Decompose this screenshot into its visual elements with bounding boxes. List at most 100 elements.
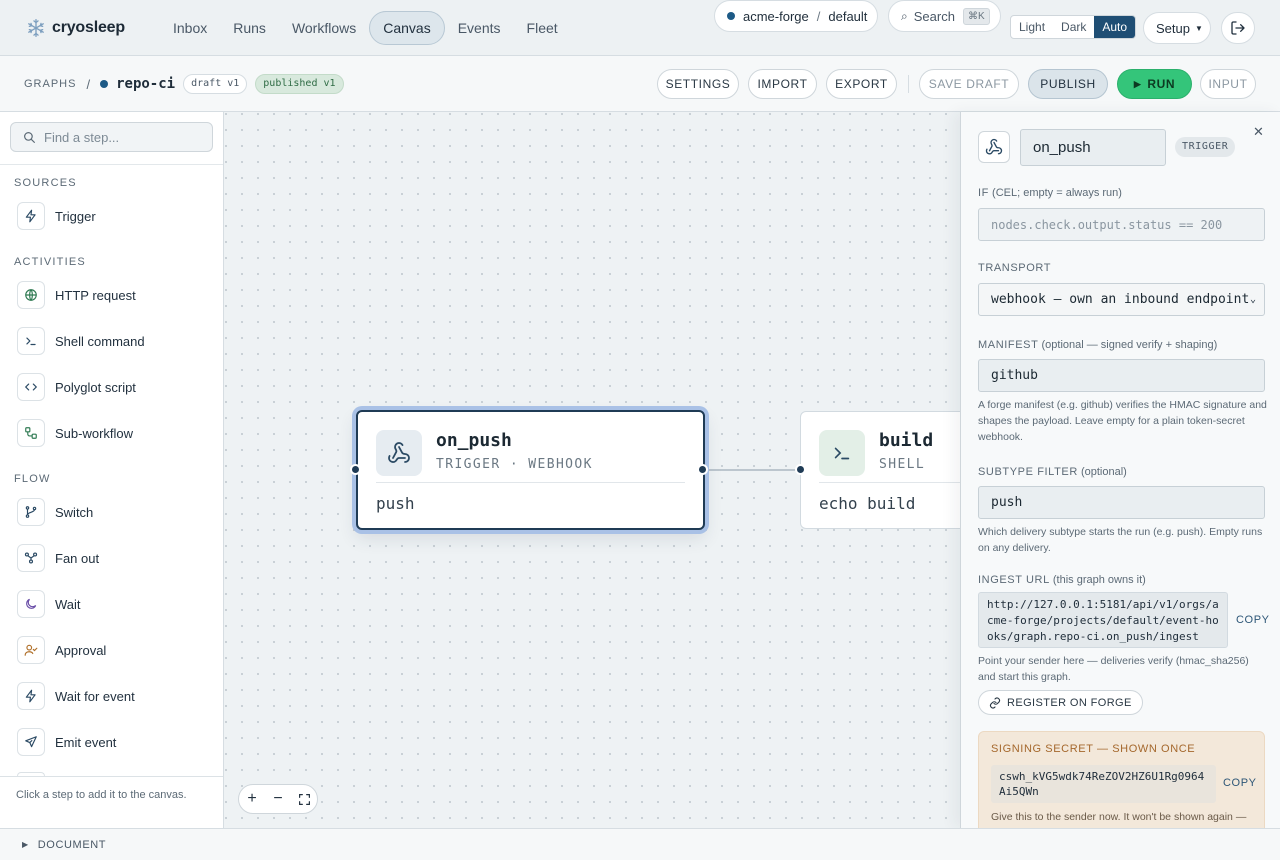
nav-fleet[interactable]: Fleet <box>514 11 571 45</box>
step-search <box>10 122 213 152</box>
input-port[interactable] <box>350 464 361 475</box>
signing-secret-panel: SIGNING SECRET — SHOWN ONCE cswh_kVG5wdk… <box>978 731 1265 828</box>
copy-secret-button[interactable]: COPY <box>1223 777 1257 789</box>
manifest-input[interactable] <box>978 359 1265 392</box>
palette-item-fan-out[interactable]: Fan out <box>17 544 99 572</box>
node-subtitle: SHELL <box>879 457 926 472</box>
chevron-down-icon: ⌄ <box>1249 294 1256 305</box>
step-search-input[interactable] <box>44 129 204 145</box>
logout-icon <box>1231 21 1245 35</box>
toolbar-divider <box>908 75 909 93</box>
register-on-forge-button[interactable]: REGISTER ON FORGE <box>978 690 1143 715</box>
play-icon: ▶ <box>1133 78 1142 89</box>
edge-on-push-build[interactable] <box>705 469 800 471</box>
palette-item-label: Polyglot script <box>55 379 136 395</box>
import-button[interactable]: IMPORT <box>748 69 817 99</box>
manifest-label: MANIFEST (optional — signed verify + sha… <box>978 339 1217 351</box>
palette-item-polyglot-script[interactable]: Polyglot script <box>17 373 136 401</box>
node-type-tag: TRIGGER <box>1175 137 1236 157</box>
logout-button[interactable] <box>1221 12 1255 44</box>
chevron-down-icon: ▼ <box>1194 23 1203 33</box>
nav-events[interactable]: Events <box>445 11 514 45</box>
theme-auto[interactable]: Auto <box>1094 16 1136 38</box>
nav-workflows[interactable]: Workflows <box>279 11 369 45</box>
subtype-label: SUBTYPE FILTER (optional) <box>978 466 1127 478</box>
palette-item-wait-for-event[interactable]: Wait for event <box>17 682 135 710</box>
divider <box>0 164 223 165</box>
palette-item-label: Approval <box>55 642 107 658</box>
palette-item-shell-command[interactable]: Shell command <box>17 327 145 355</box>
section-activities: ACTIVITIES <box>14 256 86 268</box>
if-label: IF (CEL; empty = always run) <box>978 187 1122 199</box>
input-button[interactable]: INPUT <box>1200 69 1256 99</box>
main-nav: Inbox Runs Workflows Canvas Events Fleet <box>160 10 571 45</box>
fit-view-button[interactable] <box>291 785 317 813</box>
step-palette: SOURCES Trigger ACTIVITIES HTTP request … <box>0 112 224 828</box>
node-title: on_push <box>436 430 512 451</box>
nav-runs[interactable]: Runs <box>220 11 279 45</box>
project-switcher[interactable]: acme-forge / default <box>714 0 878 32</box>
nav-canvas[interactable]: Canvas <box>369 10 445 45</box>
transport-select[interactable]: webhook — own an inbound endpoint ⌄ <box>978 283 1265 316</box>
copy-url-button[interactable]: COPY <box>1236 614 1270 626</box>
palette-item-approval[interactable]: Approval <box>17 636 106 664</box>
export-button[interactable]: EXPORT <box>826 69 897 99</box>
node-body: echo build <box>819 494 916 513</box>
breadcrumb-graphs[interactable]: GRAPHS <box>24 78 76 90</box>
snowflake-icon <box>28 18 44 37</box>
palette-item-emit-event[interactable]: Emit event <box>17 728 116 756</box>
subtype-hint: (optional) <box>1080 466 1127 478</box>
graph-canvas[interactable]: on_push TRIGGER · WEBHOOK push build SHE… <box>224 112 960 828</box>
theme-dark[interactable]: Dark <box>1053 16 1094 38</box>
node-divider <box>376 482 685 483</box>
close-icon[interactable]: ✕ <box>1253 124 1264 140</box>
palette-item-label: Trigger <box>55 208 96 224</box>
palette-item-switch[interactable]: Switch <box>17 498 93 526</box>
input-port[interactable] <box>795 464 806 475</box>
search-button[interactable]: ⌕ Search ⌘K <box>888 0 1001 32</box>
secret-value: cswh_kVG5wdk74ReZOV2HZ6U1Rg0964Ai5QWn <box>991 765 1216 803</box>
zoom-out-button[interactable]: − <box>265 785 291 813</box>
subtype-label-text: SUBTYPE FILTER <box>978 466 1078 478</box>
node-on-push[interactable]: on_push TRIGGER · WEBHOOK push <box>350 410 708 530</box>
node-build[interactable]: build SHELL echo build <box>795 411 960 529</box>
transport-label: TRANSPORT <box>978 262 1051 274</box>
breadcrumb: GRAPHS / repo-ci draft v1 published v1 <box>24 74 344 94</box>
graph-toolbar: GRAPHS / repo-ci draft v1 published v1 S… <box>0 56 1280 112</box>
transport-value: webhook — own an inbound endpoint <box>991 292 1250 307</box>
node-body: push <box>376 494 415 513</box>
terminal-icon <box>17 327 45 355</box>
ingest-url: http://127.0.0.1:5181/api/v1/orgs/acme-f… <box>978 592 1228 648</box>
terminal-icon <box>819 430 865 476</box>
brand[interactable]: cryosleep <box>26 18 160 38</box>
setup-menu[interactable]: Setup ▼ <box>1143 12 1211 44</box>
palette-item-label: Switch <box>55 504 94 520</box>
ingest-label: INGEST URL (this graph owns it) <box>978 574 1146 586</box>
output-port[interactable] <box>697 464 708 475</box>
palette-item-wait[interactable]: Wait <box>17 590 81 618</box>
theme-light[interactable]: Light <box>1011 16 1053 38</box>
publish-button[interactable]: PUBLISH <box>1028 69 1108 99</box>
nav-inbox[interactable]: Inbox <box>160 11 220 45</box>
document-toggle[interactable]: ▶ DOCUMENT <box>0 828 1280 860</box>
fit-view-icon <box>298 793 310 805</box>
webhook-icon <box>978 131 1010 163</box>
draft-badge: draft v1 <box>183 74 248 94</box>
theme-switch: Light Dark Auto <box>1010 15 1137 39</box>
run-button[interactable]: ▶ RUN <box>1117 69 1192 99</box>
palette-item-label: Sub-workflow <box>55 425 134 441</box>
manifest-help: A forge manifest (e.g. github) verifies … <box>978 399 1267 443</box>
search-icon: ⌕ <box>901 8 908 23</box>
palette-item-sub-workflow[interactable]: Sub-workflow <box>17 419 133 447</box>
send-icon <box>17 728 45 756</box>
condition-input[interactable] <box>978 208 1265 241</box>
zoom-in-button[interactable]: + <box>239 785 265 813</box>
settings-button[interactable]: SETTINGS <box>657 69 739 99</box>
subtype-input[interactable] <box>978 486 1265 519</box>
palette-item-http-request[interactable]: HTTP request <box>17 281 136 309</box>
node-name-input[interactable] <box>1020 129 1166 166</box>
secret-help: Give this to the sender now. It won't be… <box>991 811 1247 823</box>
save-draft-button[interactable]: SAVE DRAFT <box>919 69 1019 99</box>
palette-item-trigger[interactable]: Trigger <box>17 202 96 230</box>
published-badge: published v1 <box>255 74 344 94</box>
